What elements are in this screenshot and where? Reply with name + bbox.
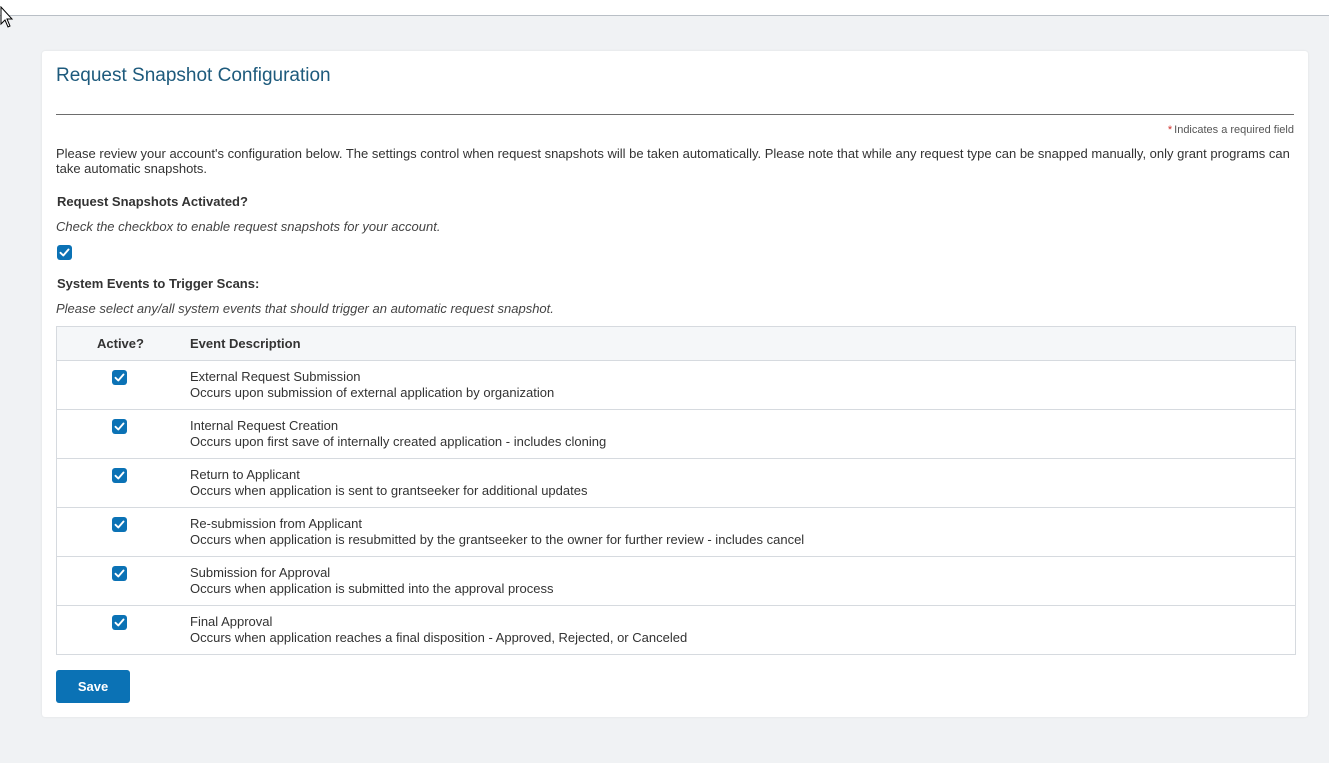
check-icon: [114, 520, 125, 529]
intro-text: Please review your account's configurati…: [56, 146, 1290, 176]
event-description: Occurs when application is resubmitted b…: [190, 532, 805, 547]
check-icon: [114, 471, 125, 480]
table-row: Internal Request Creation Occurs upon fir…: [57, 410, 1295, 459]
activation-label: Request Snapshots Activated?: [57, 194, 248, 209]
events-table-header: Active? Event Description: [57, 327, 1295, 361]
save-button[interactable]: Save: [56, 670, 130, 703]
table-row: External Request Submission Occurs upon s…: [57, 361, 1295, 410]
table-row: Final Approval Occurs when application re…: [57, 606, 1295, 654]
events-table-body: External Request Submission Occurs upon s…: [57, 361, 1295, 654]
column-header-description: Event Description: [190, 336, 301, 351]
event-name: Return to Applicant: [190, 467, 300, 482]
required-star-icon: *: [1167, 124, 1173, 136]
required-field-note: * Indicates a required field: [1168, 124, 1294, 136]
table-row: Return to Applicant Occurs when applicati…: [57, 459, 1295, 508]
title-divider: [56, 114, 1294, 115]
check-icon: [114, 422, 125, 431]
check-icon: [59, 248, 70, 257]
table-row: Submission for Approval Occurs when appli…: [57, 557, 1295, 606]
mouse-cursor-icon: [0, 6, 14, 28]
events-hint: Please select any/all system events that…: [56, 301, 554, 316]
event-description: Occurs upon submission of external appli…: [190, 385, 555, 400]
top-bar: [0, 0, 1329, 16]
check-icon: [114, 373, 125, 382]
check-icon: [114, 618, 125, 627]
events-label: System Events to Trigger Scans:: [57, 276, 260, 291]
table-row: Re-submission from Applicant Occurs when …: [57, 508, 1295, 557]
event-active-checkbox[interactable]: [112, 566, 127, 581]
activation-hint: Check the checkbox to enable request sna…: [56, 219, 441, 234]
event-description: Occurs when application is sent to grant…: [190, 483, 588, 498]
config-panel: Request Snapshot Configuration * Indicate…: [42, 51, 1308, 717]
event-name: Re-submission from Applicant: [190, 516, 362, 531]
page-title: Request Snapshot Configuration: [56, 65, 331, 86]
required-note-text: Indicates a required field: [1174, 124, 1294, 136]
snapshots-activated-checkbox[interactable]: [57, 245, 72, 260]
event-description: Occurs upon first save of internally cre…: [190, 434, 607, 449]
event-active-checkbox[interactable]: [112, 615, 127, 630]
event-name: Submission for Approval: [190, 565, 331, 580]
event-active-checkbox[interactable]: [112, 517, 127, 532]
column-header-active: Active?: [97, 336, 144, 351]
events-table: Active? Event Description External Reque…: [56, 326, 1296, 655]
event-description: Occurs when application is submitted int…: [190, 581, 554, 596]
check-icon: [114, 569, 125, 578]
event-description: Occurs when application reaches a final …: [190, 630, 688, 645]
event-name: Final Approval: [190, 614, 273, 629]
event-active-checkbox[interactable]: [112, 370, 127, 385]
event-name: External Request Submission: [190, 369, 361, 384]
event-active-checkbox[interactable]: [112, 419, 127, 434]
event-name: Internal Request Creation: [190, 418, 339, 433]
event-active-checkbox[interactable]: [112, 468, 127, 483]
